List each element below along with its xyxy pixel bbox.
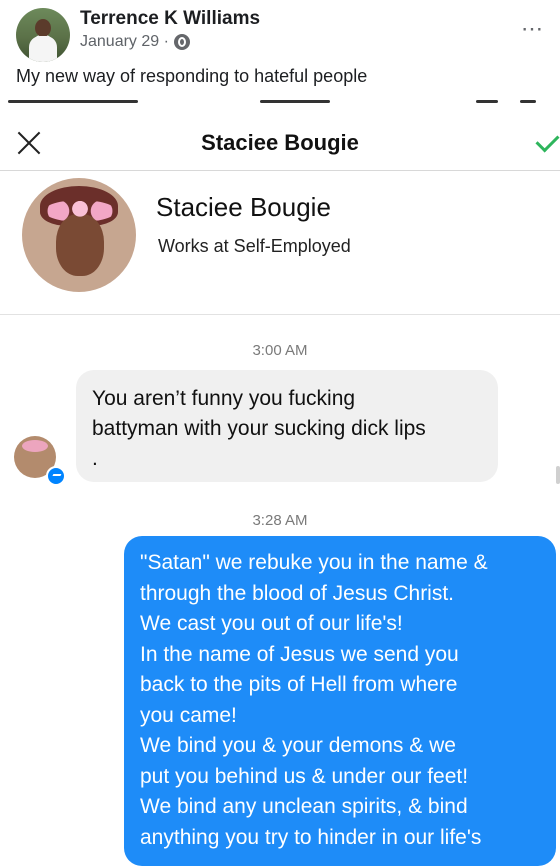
incoming-message-text: You aren’t funny you fucking battyman wi… <box>92 387 426 470</box>
chat-title: Staciee Bougie <box>201 130 359 155</box>
facebook-post: Terrence K Williams January 29 · ⋯ My ne… <box>0 0 560 104</box>
globe-icon <box>173 34 190 50</box>
profile-work: Works at Self-Employed <box>158 236 351 256</box>
cut-mark <box>520 100 536 103</box>
flower-crown-icon <box>44 200 116 222</box>
post-date[interactable]: January 29 · <box>80 33 169 51</box>
avatar-face <box>56 214 104 276</box>
timestamp: 3:28 AM <box>252 512 308 529</box>
profile-name: Staciee Bougie <box>156 192 331 222</box>
post-text: My new way of responding to hateful peop… <box>16 66 368 86</box>
avatar-body <box>29 36 57 62</box>
outgoing-message[interactable]: "Satan" we rebuke you in the name & thro… <box>124 536 556 866</box>
avatar-head <box>35 19 51 37</box>
profile-card: Staciee Bougie Works at Self-Employed <box>0 170 560 315</box>
author-avatar[interactable] <box>16 8 70 62</box>
messenger-screenshot: Staciee Bougie Staciee Bougie Works at S… <box>0 104 560 866</box>
cut-mark <box>476 100 498 103</box>
scrollbar-marker <box>556 466 560 484</box>
incoming-message[interactable]: You aren’t funny you fucking battyman wi… <box>76 370 498 482</box>
cropped-status-bar <box>0 96 560 104</box>
more-icon[interactable]: ⋯ <box>521 16 544 42</box>
outgoing-message-text: "Satan" we rebuke you in the name & thro… <box>140 551 488 849</box>
cut-mark <box>8 100 138 103</box>
post-meta: January 29 · <box>80 33 190 51</box>
post-author[interactable]: Terrence K Williams <box>80 8 260 30</box>
cut-mark <box>260 100 330 103</box>
timestamp: 3:00 AM <box>252 342 308 359</box>
chat-header: Staciee Bougie <box>0 104 560 171</box>
profile-avatar[interactable] <box>22 178 136 292</box>
messenger-icon <box>46 466 66 486</box>
